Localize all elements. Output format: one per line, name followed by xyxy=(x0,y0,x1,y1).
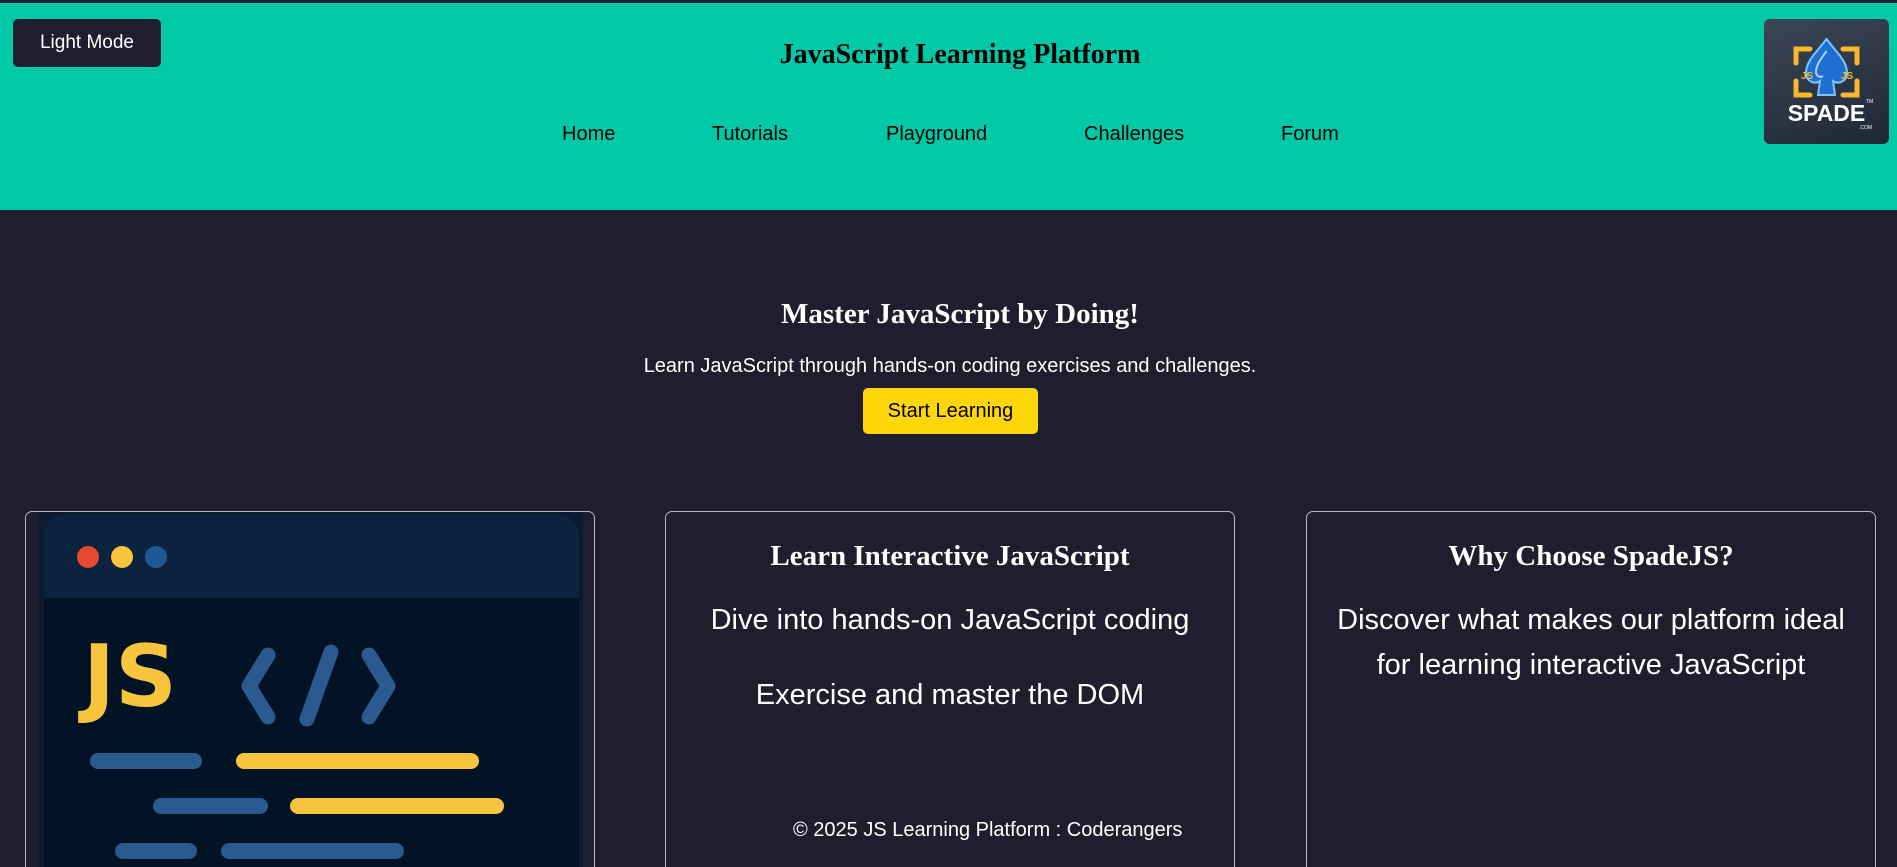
code-line xyxy=(221,843,404,859)
footer-copyright: © 2025 JS Learning Platform : Coderanger… xyxy=(793,819,1183,841)
code-line xyxy=(290,798,504,814)
spade-shield-icon: JS JS SPADE TM .COM xyxy=(1788,37,1873,131)
learn-card-line-1: Dive into hands-on JavaScript coding xyxy=(710,604,1190,636)
nav-home[interactable]: Home xyxy=(562,123,615,146)
logo-tm: TM xyxy=(1866,99,1873,105)
start-learning-button[interactable]: Start Learning xyxy=(863,388,1038,434)
nav-challenges[interactable]: Challenges xyxy=(1084,123,1184,146)
logo-js-right: JS xyxy=(1841,71,1854,82)
why-card-title: Why Choose SpadeJS? xyxy=(1448,540,1734,572)
hero-subtitle: Learn JavaScript through hands-on coding… xyxy=(643,355,1257,377)
minimize-dot-icon xyxy=(111,546,133,568)
nav-tutorials[interactable]: Tutorials xyxy=(712,123,788,146)
close-dot-icon xyxy=(77,546,99,568)
why-card-text: Discover what makes our platform ideal f… xyxy=(1337,604,1845,681)
code-line xyxy=(115,843,197,859)
nav-forum[interactable]: Forum xyxy=(1281,123,1339,146)
logo-js-left: JS xyxy=(1801,71,1814,82)
site-header: Light Mode JavaScript Learning Platform … xyxy=(0,3,1897,210)
code-editor-illustration: JS xyxy=(38,512,583,867)
js-label: JS xyxy=(78,627,177,727)
spade-logo[interactable]: JS JS SPADE TM .COM xyxy=(1764,19,1889,144)
maximize-dot-icon xyxy=(145,546,167,568)
code-line xyxy=(90,753,202,769)
learn-card-title: Learn Interactive JavaScript xyxy=(770,540,1130,572)
logo-suffix: .COM xyxy=(1859,125,1872,131)
code-line xyxy=(236,753,479,769)
why-card: Why Choose SpadeJS? Discover what makes … xyxy=(1306,511,1876,867)
site-title: JavaScript Learning Platform xyxy=(779,39,1141,70)
logo-text: SPADE xyxy=(1788,100,1866,126)
hero-title: Master JavaScript by Doing! xyxy=(781,298,1139,330)
code-line xyxy=(153,798,268,814)
illustration-card: JS xyxy=(25,511,595,867)
learn-card: Learn Interactive JavaScript Dive into h… xyxy=(665,511,1235,867)
nav-playground[interactable]: Playground xyxy=(886,123,987,146)
learn-card-line-2: Exercise and master the DOM xyxy=(755,679,1145,711)
